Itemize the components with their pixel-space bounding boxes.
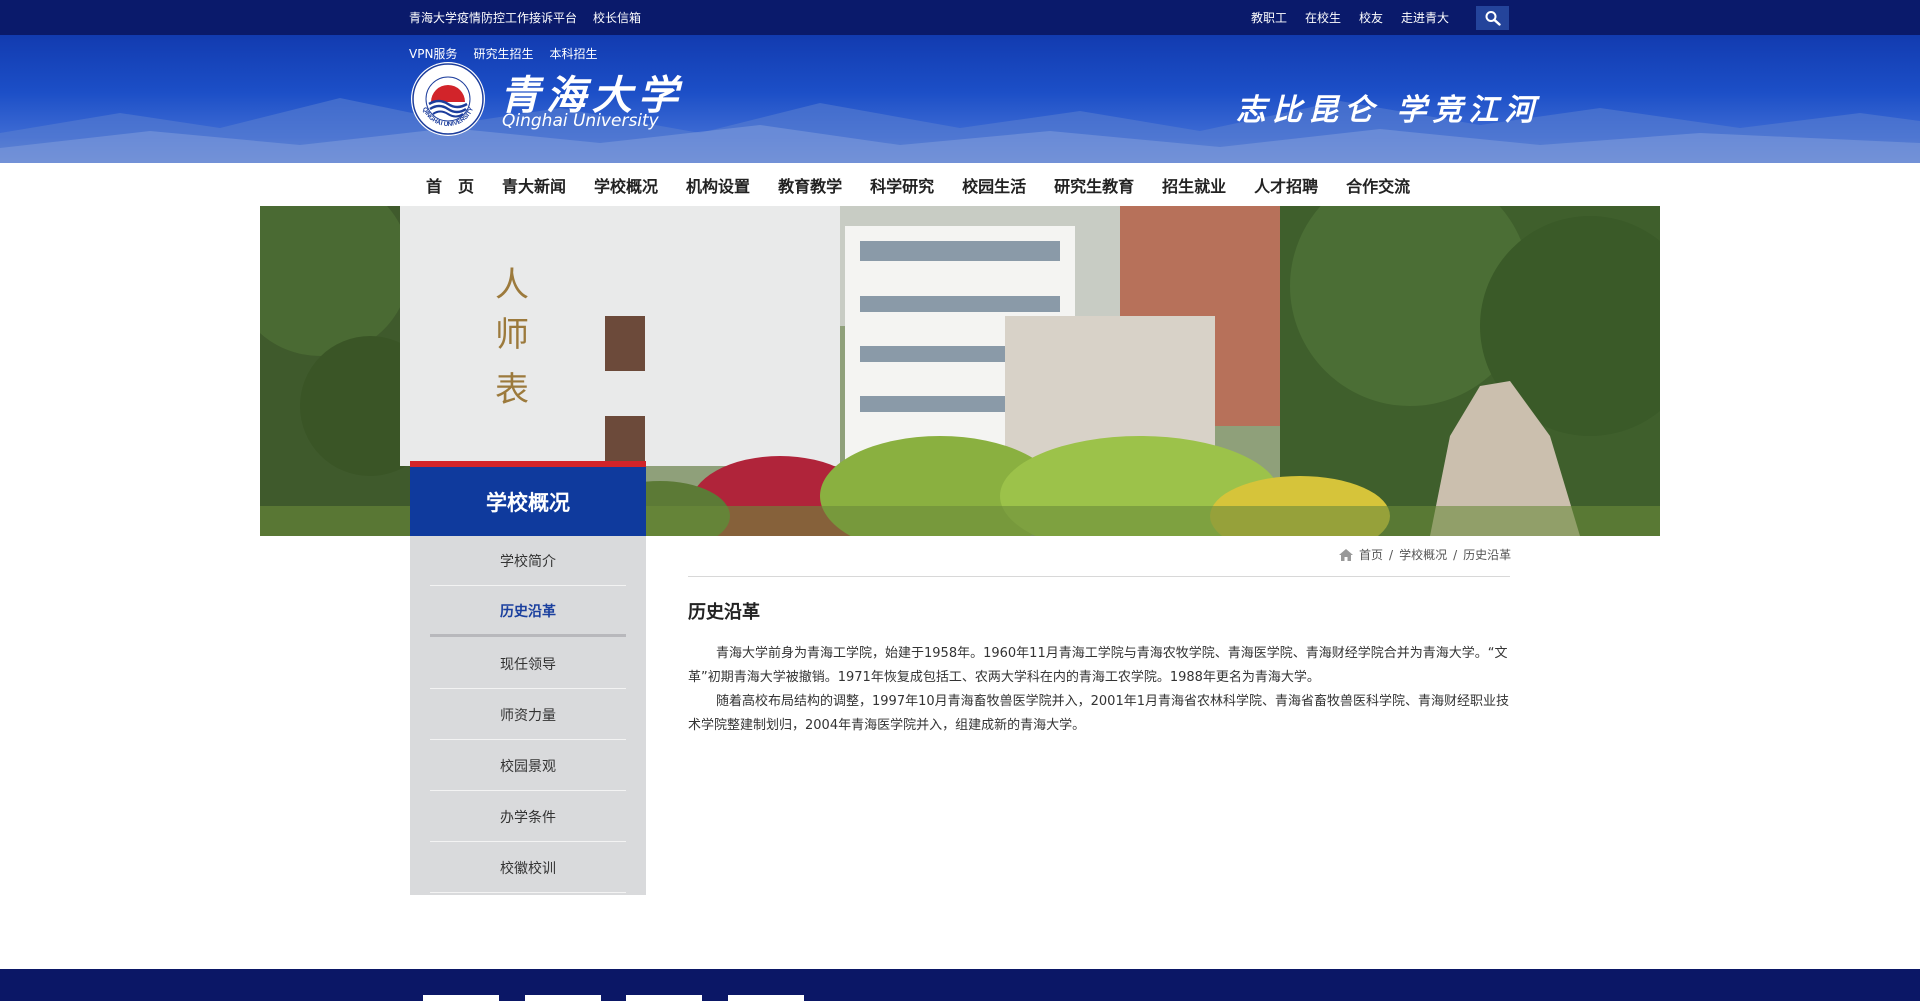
nav-cooperation[interactable]: 合作交流 — [1332, 173, 1424, 197]
breadcrumb-separator: / — [1389, 547, 1394, 562]
link-staff[interactable]: 教职工 — [1251, 9, 1287, 26]
sidebar-title: 学校概况 — [486, 490, 570, 515]
nav-admission-employment[interactable]: 招生就业 — [1148, 173, 1240, 197]
sidebar-item-faculty[interactable]: 师资力量 — [430, 690, 626, 740]
link-epidemic-complaint[interactable]: 青海大学疫情防控工作接诉平台 — [409, 9, 577, 26]
link-about[interactable]: 走进青大 — [1401, 9, 1449, 26]
breadcrumb-separator: / — [1453, 547, 1458, 562]
nav-campus-life[interactable]: 校园生活 — [948, 173, 1040, 197]
footer-qr-code — [728, 995, 804, 1001]
sidebar-menu: 学校简介 历史沿革 现任领导 师资力量 校园景观 办学条件 校徽校训 — [410, 536, 646, 895]
search-button[interactable] — [1476, 6, 1509, 30]
breadcrumb-overview[interactable]: 学校概况 — [1399, 546, 1447, 563]
sidebar-item-introduction[interactable]: 学校简介 — [430, 536, 626, 586]
page-title: 历史沿革 — [688, 602, 760, 623]
university-motto: 志比昆仑 学竞江河 — [1236, 93, 1541, 128]
sidebar-title-box: 学校概况 — [410, 461, 646, 536]
link-alumni[interactable]: 校友 — [1359, 9, 1383, 26]
breadcrumb-current: 历史沿革 — [1463, 548, 1512, 562]
site-header: VPN服务 研究生招生 本科招生 QINGHAI UNIVERSITY 青海大学… — [0, 35, 1920, 163]
svg-text:人: 人 — [495, 265, 529, 305]
nav-graduate[interactable]: 研究生教育 — [1040, 173, 1148, 197]
content-paragraph: 青海大学前身为青海工学院，始建于1958年。1960年11月青海工学院与青海农牧… — [688, 646, 1508, 685]
footer-qr-code — [626, 995, 702, 1001]
breadcrumb: 首页 / 学校概况 / 历史沿革 — [1339, 546, 1511, 563]
nav-recruitment[interactable]: 人才招聘 — [1240, 173, 1332, 197]
sidebar-item-history[interactable]: 历史沿革 — [430, 587, 626, 637]
home-icon[interactable] — [1339, 548, 1353, 561]
link-undergrad-admission[interactable]: 本科招生 — [549, 45, 597, 62]
university-seal-logo[interactable]: QINGHAI UNIVERSITY — [409, 60, 487, 138]
main-navigation: 首 页 青大新闻 学校概况 机构设置 教育教学 科学研究 校园生活 研究生教育 … — [0, 163, 1920, 206]
sidebar-item-facilities[interactable]: 办学条件 — [430, 792, 626, 842]
nav-organization[interactable]: 机构设置 — [672, 173, 764, 197]
svg-text:表: 表 — [495, 370, 529, 410]
top-bar: 青海大学疫情防控工作接诉平台 校长信箱 教职工 在校生 校友 走进青大 — [0, 0, 1920, 35]
site-footer — [0, 969, 1920, 1001]
footer-qr-code — [525, 995, 601, 1001]
logo-english-name[interactable]: Qinghai University — [502, 111, 659, 131]
sidebar-item-emblem-motto[interactable]: 校徽校训 — [430, 843, 626, 893]
search-icon — [1485, 11, 1501, 26]
breadcrumb-divider — [688, 576, 1510, 577]
link-students[interactable]: 在校生 — [1305, 9, 1341, 26]
sidebar-item-leadership[interactable]: 现任领导 — [430, 639, 626, 689]
mountain-background — [0, 98, 1920, 163]
nav-research[interactable]: 科学研究 — [856, 173, 948, 197]
nav-overview[interactable]: 学校概况 — [580, 173, 672, 197]
nav-news[interactable]: 青大新闻 — [488, 173, 580, 197]
breadcrumb-home[interactable]: 首页 — [1359, 546, 1383, 563]
content-paragraph: 随着高校布局结构的调整，1997年10月青海畜牧兽医学院并入，2001年1月青海… — [688, 694, 1509, 733]
footer-qr-code — [423, 995, 499, 1001]
nav-education[interactable]: 教育教学 — [764, 173, 856, 197]
nav-home[interactable]: 首 页 — [412, 173, 488, 197]
top-right-links: 教职工 在校生 校友 走进青大 — [1251, 0, 1449, 35]
link-president-mailbox[interactable]: 校长信箱 — [593, 9, 641, 26]
top-left-links: 青海大学疫情防控工作接诉平台 校长信箱 — [409, 0, 641, 35]
sidebar-item-campus-scenery[interactable]: 校园景观 — [430, 741, 626, 791]
svg-text:师: 师 — [495, 315, 529, 355]
